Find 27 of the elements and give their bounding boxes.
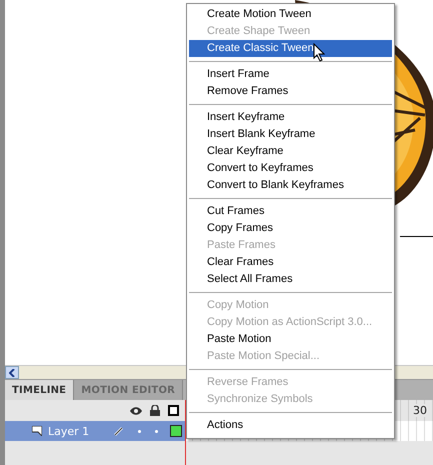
menu-item[interactable]: Insert Frame xyxy=(189,66,392,83)
menu-item[interactable]: Insert Keyframe xyxy=(189,109,392,126)
menu-item[interactable]: Clear Keyframe xyxy=(189,143,392,160)
menu-item[interactable]: Insert Blank Keyframe xyxy=(189,126,392,143)
outline-icon[interactable] xyxy=(168,405,179,416)
menu-item[interactable]: Convert to Blank Keyframes xyxy=(189,177,392,194)
visibility-dot[interactable] xyxy=(138,430,141,432)
panel-tab[interactable]: TIMELINE xyxy=(5,380,74,400)
layer-icon xyxy=(32,426,42,436)
menu-item[interactable]: Cut Frames xyxy=(189,203,392,220)
eye-icon[interactable] xyxy=(130,406,142,414)
scroll-left-button[interactable] xyxy=(5,366,19,379)
lock-dot[interactable] xyxy=(155,430,158,432)
menu-item[interactable]: Convert to Keyframes xyxy=(189,160,392,177)
cursor-icon xyxy=(313,43,325,62)
pencil-icon xyxy=(114,426,124,436)
menu-item[interactable]: Clear Frames xyxy=(189,254,392,271)
menu-item[interactable]: Select All Frames xyxy=(189,271,392,288)
menu-item[interactable]: Create Motion Tween xyxy=(189,6,392,23)
frame-number: 30 xyxy=(413,404,427,417)
menu-item[interactable]: Remove Frames xyxy=(189,83,392,100)
menu-item[interactable]: Copy Frames xyxy=(189,220,392,237)
outline-swatch[interactable] xyxy=(170,425,182,437)
menu-item[interactable]: Paste Motion xyxy=(189,331,392,348)
lock-icon[interactable] xyxy=(150,405,160,416)
menu-item[interactable]: Actions xyxy=(189,417,392,434)
menu-item[interactable]: Create Classic Tween xyxy=(189,40,392,57)
